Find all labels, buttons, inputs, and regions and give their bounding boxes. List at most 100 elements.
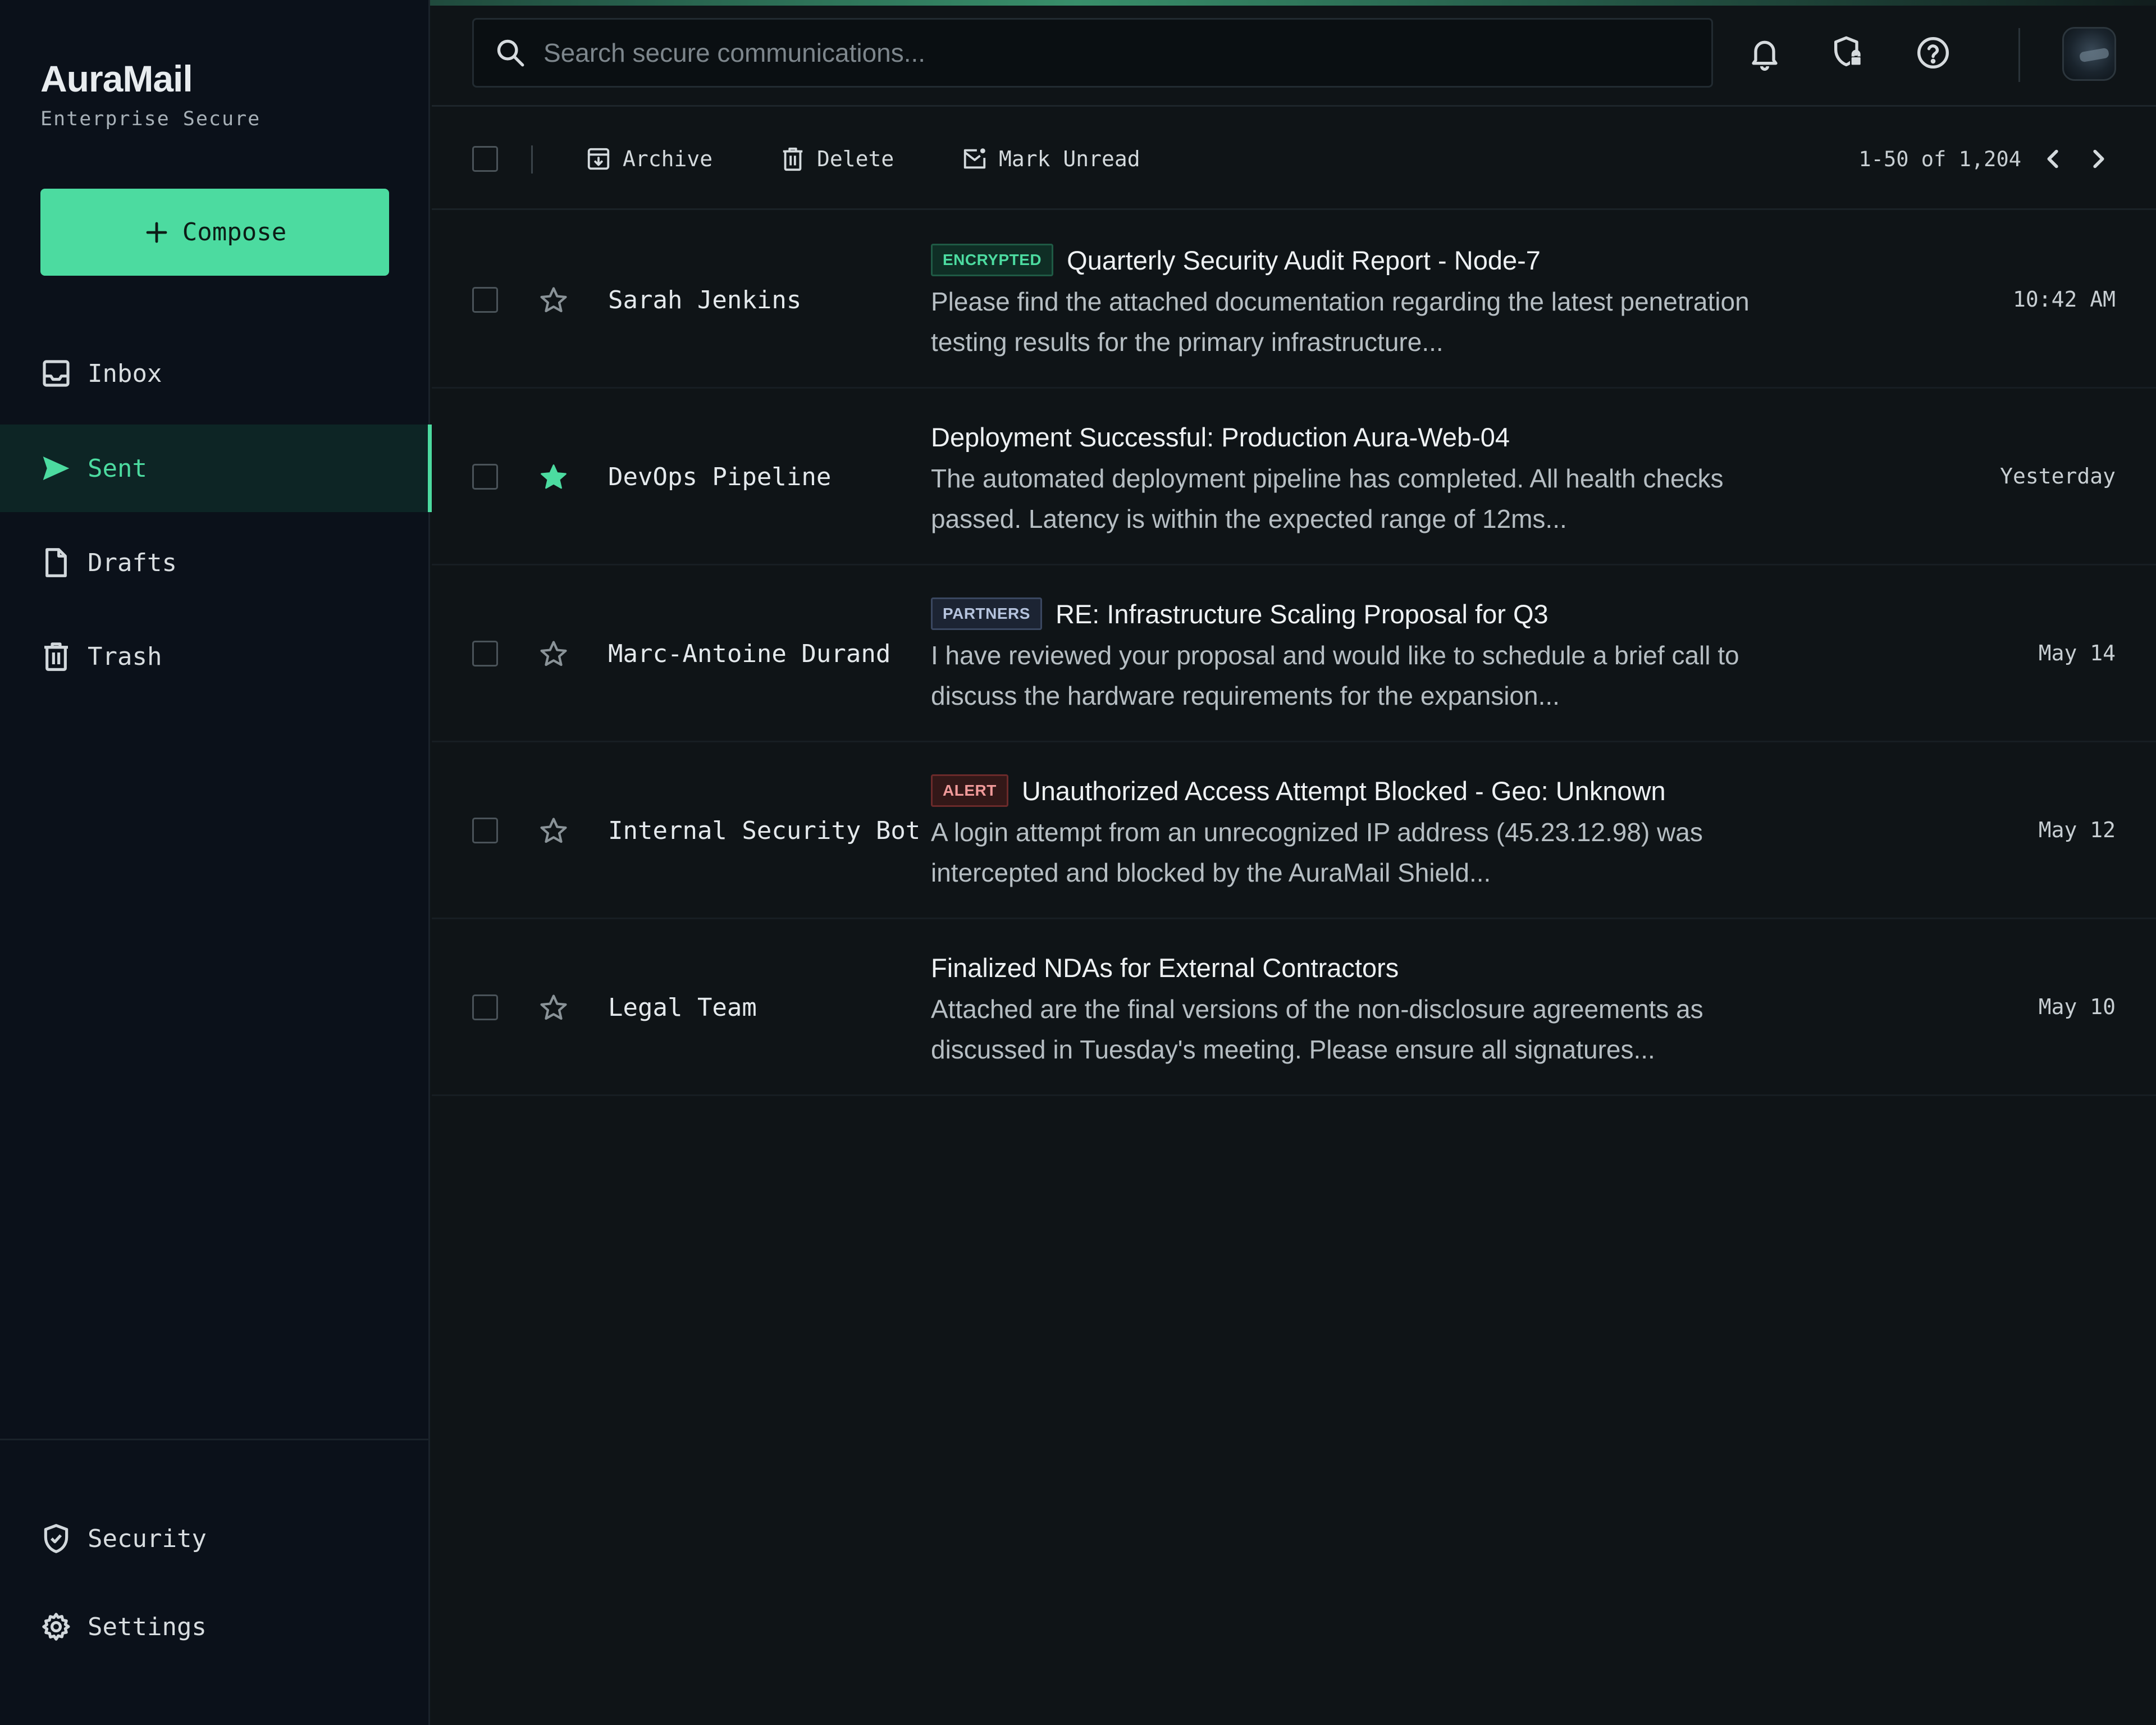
- email-sender: DevOps Pipeline: [608, 463, 832, 491]
- email-row[interactable]: Marc-Antoine Durand PARTNERS RE: Infrast…: [432, 565, 2156, 742]
- email-date: May 14: [2038, 641, 2116, 665]
- email-select-checkbox[interactable]: [472, 994, 498, 1020]
- send-icon: [43, 457, 70, 480]
- email-content: Deployment Successful: Production Aura-W…: [931, 418, 1818, 539]
- sidebar-item-security[interactable]: Security: [0, 1495, 430, 1582]
- star-outline-icon: [540, 994, 567, 1020]
- email-sender: Internal Security Bot: [608, 816, 921, 845]
- sidebar-item-label: Settings: [88, 1612, 207, 1641]
- search-icon: [497, 39, 524, 67]
- alert-badge: ALERT: [931, 774, 1008, 807]
- sidebar-item-label: Drafts: [88, 548, 177, 577]
- select-all-checkbox[interactable]: [472, 146, 498, 172]
- mark-unread-label: Mark Unread: [999, 147, 1140, 171]
- email-date: May 10: [2038, 994, 2116, 1019]
- email-preview: The automated deployment pipeline has co…: [931, 464, 1724, 533]
- email-row[interactable]: DevOps Pipeline Deployment Successful: P…: [432, 389, 2156, 565]
- star-outline-icon: [540, 818, 567, 843]
- trash-icon: [783, 147, 803, 171]
- list-toolbar: Archive Delete Mark Unread 1-50 of 1,204: [432, 108, 2156, 210]
- email-content: ALERT Unauthorized Access Attempt Blocke…: [931, 772, 1818, 893]
- email-row[interactable]: Internal Security Bot ALERT Unauthorized…: [432, 742, 2156, 919]
- help-button[interactable]: [1915, 35, 1951, 71]
- email-date: 10:42 AM: [2012, 287, 2116, 312]
- app-subtitle: Enterprise Secure: [40, 108, 261, 130]
- star-toggle[interactable]: [538, 815, 569, 847]
- email-select-checkbox[interactable]: [472, 818, 498, 843]
- compose-label: Compose: [182, 218, 287, 247]
- sidebar-item-inbox[interactable]: Inbox: [0, 330, 430, 417]
- delete-button[interactable]: Delete: [780, 143, 894, 175]
- file-icon: [45, 548, 67, 577]
- email-select-checkbox[interactable]: [472, 641, 498, 667]
- topbar-separator: [2018, 28, 2020, 82]
- archive-button[interactable]: Archive: [586, 143, 712, 175]
- email-content: ENCRYPTED Quarterly Security Audit Repor…: [931, 241, 1818, 362]
- pagination-text: 1-50 of 1,204: [1858, 147, 2021, 171]
- email-preview: Attached are the final versions of the n…: [931, 994, 1703, 1064]
- email-content: Finalized NDAs for External Contractors …: [931, 948, 1818, 1070]
- star-toggle[interactable]: [538, 285, 569, 316]
- archive-icon: [587, 148, 610, 170]
- toolbar-separator: [531, 145, 533, 174]
- email-preview: A login attempt from an unrecognized IP …: [931, 818, 1703, 887]
- delete-label: Delete: [817, 147, 894, 171]
- email-row[interactable]: Legal Team Finalized NDAs for External C…: [432, 919, 2156, 1096]
- sidebar-item-label: Trash: [88, 642, 162, 671]
- sidebar-divider: [0, 1439, 430, 1440]
- email-select-checkbox[interactable]: [472, 287, 498, 313]
- email-subject: Unauthorized Access Attempt Blocked - Ge…: [1021, 775, 1666, 806]
- encrypted-badge: ENCRYPTED: [931, 244, 1054, 276]
- trash-icon: [44, 642, 68, 671]
- email-subject: Quarterly Security Audit Report - Node-7: [1067, 245, 1541, 275]
- star-toggle[interactable]: [538, 462, 569, 493]
- help-icon: [1917, 37, 1949, 69]
- sidebar-item-sent[interactable]: Sent: [0, 425, 432, 512]
- pagination: 1-50 of 1,204: [1858, 143, 2111, 175]
- star-outline-icon: [540, 641, 567, 666]
- email-date: Yesterday: [2000, 464, 2116, 489]
- email-date: May 12: [2038, 818, 2116, 842]
- sidebar-item-settings[interactable]: Settings: [0, 1583, 430, 1671]
- previous-page-button[interactable]: [2040, 146, 2066, 172]
- sidebar-item-label: Inbox: [88, 359, 162, 388]
- shield-lock-icon: [1834, 36, 1862, 66]
- security-status-button[interactable]: [1830, 35, 1866, 71]
- email-subject: RE: Infrastructure Scaling Proposal for …: [1055, 599, 1549, 629]
- email-select-checkbox[interactable]: [472, 464, 498, 490]
- sidebar-item-trash[interactable]: Trash: [0, 613, 430, 700]
- app-name: AuraMail: [40, 58, 193, 99]
- sidebar-item-label: Sent: [88, 454, 147, 483]
- next-page-button[interactable]: [2085, 146, 2111, 172]
- chevron-right-icon: [2093, 149, 2104, 168]
- mail-unread-icon: [963, 148, 986, 169]
- email-sender: Legal Team: [608, 993, 757, 1022]
- chevron-left-icon: [2047, 149, 2058, 168]
- avatar[interactable]: [2062, 27, 2116, 81]
- star-outline-icon: [540, 287, 567, 312]
- archive-label: Archive: [623, 147, 713, 171]
- email-sender: Marc-Antoine Durand: [608, 640, 891, 668]
- notifications-button[interactable]: [1747, 35, 1783, 71]
- email-sender: Sarah Jenkins: [608, 286, 802, 314]
- inbox-icon: [43, 360, 70, 387]
- sidebar-item-drafts[interactable]: Drafts: [0, 519, 430, 606]
- compose-button[interactable]: Compose: [40, 189, 389, 276]
- star-toggle[interactable]: [538, 992, 569, 1024]
- star-toggle[interactable]: [538, 638, 569, 670]
- search-box[interactable]: [472, 18, 1713, 88]
- email-subject: Finalized NDAs for External Contractors: [931, 952, 1399, 983]
- shield-check-icon: [44, 1524, 68, 1553]
- email-preview: Please find the attached documentation r…: [931, 287, 1750, 357]
- email-preview: I have reviewed your proposal and would …: [931, 641, 1739, 710]
- email-content: PARTNERS RE: Infrastructure Scaling Prop…: [931, 595, 1818, 716]
- sidebar-item-label: Security: [88, 1524, 207, 1553]
- mark-unread-button[interactable]: Mark Unread: [962, 143, 1140, 175]
- search-input[interactable]: [543, 38, 1711, 68]
- top-bar: [432, 6, 2156, 107]
- plus-icon: [146, 222, 167, 243]
- star-filled-icon: [541, 464, 567, 489]
- email-subject: Deployment Successful: Production Aura-W…: [931, 422, 1510, 452]
- email-row[interactable]: Sarah Jenkins ENCRYPTED Quarterly Securi…: [432, 212, 2156, 389]
- bell-icon: [1752, 40, 1778, 71]
